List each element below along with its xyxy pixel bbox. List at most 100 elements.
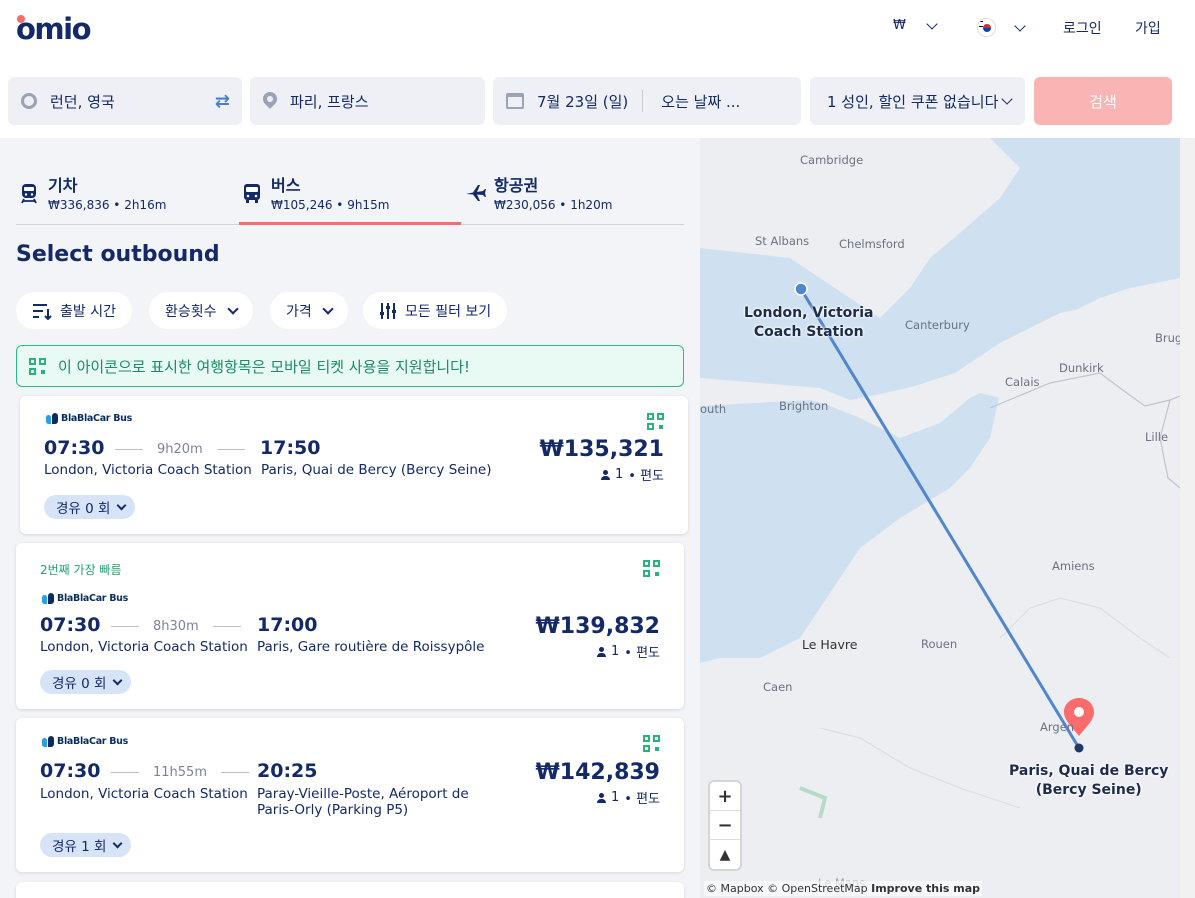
passenger-info: 1 • 편도 bbox=[596, 642, 660, 661]
filter-price[interactable]: 가격 bbox=[270, 292, 348, 329]
zoom-out-button[interactable]: − bbox=[710, 811, 740, 840]
destination-station: Paris, Gare routière de Roissypôle bbox=[257, 639, 485, 655]
operator-name: BlaBlaCar Bus bbox=[57, 593, 128, 604]
filter-departure-time[interactable]: 출발 시간 bbox=[16, 292, 132, 329]
tab-flight-label: 항공권 bbox=[494, 176, 539, 195]
chevron-down-icon bbox=[226, 302, 239, 315]
map-label-chelmsford: Chelmsford bbox=[839, 237, 905, 251]
map-label-brighton: Brighton bbox=[779, 399, 829, 413]
departure-time: 07:30 bbox=[40, 614, 101, 636]
person-icon bbox=[596, 792, 606, 803]
login-link[interactable]: 로그인 bbox=[1063, 18, 1102, 38]
chevron-down-icon bbox=[112, 675, 123, 685]
result-card[interactable] bbox=[16, 882, 684, 898]
tab-flight[interactable]: 항공권 ₩230,056 • 1h20m bbox=[462, 168, 684, 224]
duration-text: 9h20m bbox=[157, 442, 203, 457]
chevron-down-icon bbox=[112, 838, 123, 848]
qr-code-icon bbox=[647, 413, 664, 430]
swap-icon[interactable]: ⇄ bbox=[215, 91, 230, 112]
origin-field[interactable]: 런던, 영국 ⇄ bbox=[8, 77, 242, 125]
blablacar-icon bbox=[42, 593, 55, 604]
tab-train[interactable]: 기차 ₩336,836 • 2h16m bbox=[16, 168, 238, 224]
result-card[interactable]: 2번째 가장 빠름 BlaBlaCar Bus 07:30 8h30m 17:0… bbox=[16, 543, 684, 709]
arrival-time: 20:25 bbox=[257, 760, 318, 782]
map-label-portsmouth: outh bbox=[700, 402, 727, 416]
signup-link[interactable]: 가입 bbox=[1135, 18, 1161, 38]
origin-station-line1: London, Victoria bbox=[744, 305, 874, 321]
map-label-dunkirk: Dunkirk bbox=[1059, 361, 1104, 375]
price: ₩135,321 bbox=[539, 437, 664, 462]
duration: 9h20m bbox=[115, 442, 245, 457]
map-label-rouen: Rouen bbox=[921, 637, 958, 651]
result-card[interactable]: BlaBlaCar Bus 07:30 9h20m 17:50 London, … bbox=[20, 396, 688, 534]
tab-bus-label: 버스 bbox=[271, 176, 301, 195]
stops-toggle[interactable]: 경유 0 회 bbox=[44, 495, 136, 519]
departure-time: 07:30 bbox=[40, 760, 101, 782]
improve-map-link[interactable]: Improve this map bbox=[871, 882, 980, 895]
osm-link[interactable]: © OpenStreetMap bbox=[767, 882, 868, 895]
pax-count: 1 bbox=[610, 790, 620, 805]
tab-bus-summary: ₩105,246 • 9h15m bbox=[271, 198, 390, 212]
compass-reset-button[interactable]: ▲ bbox=[710, 840, 740, 869]
calendar-icon bbox=[506, 93, 524, 109]
bus-icon bbox=[244, 184, 260, 203]
language-selector[interactable] bbox=[977, 18, 1026, 37]
passengers-field[interactable]: 1 성인, 할인 쿠폰 없습니다 bbox=[810, 77, 1025, 125]
passengers-value: 1 성인, 할인 쿠폰 없습니다 bbox=[827, 92, 999, 111]
passenger-info: 1 • 편도 bbox=[596, 788, 660, 807]
page-title: Select outbound bbox=[16, 242, 220, 267]
mobile-notice-text: 이 아이콘으로 표시한 여행항목은 모바일 티켓 사용을 지원합니다! bbox=[58, 357, 470, 376]
zoom-controls: + − ▲ bbox=[710, 782, 740, 869]
chevron-down-icon bbox=[926, 17, 938, 30]
map-origin-station[interactable]: London, Victoria Coach Station bbox=[744, 304, 873, 342]
map-destination-station[interactable]: Paris, Quai de Bercy (Bercy Seine) bbox=[1009, 762, 1168, 800]
operator-logo: BlaBlaCar Bus bbox=[46, 413, 132, 424]
route-map[interactable]: Cambridge St Albans Chelmsford Canterbur… bbox=[700, 138, 1180, 898]
filter-transfers[interactable]: 환승횟수 bbox=[149, 292, 253, 329]
map-label-amiens: Amiens bbox=[1052, 559, 1095, 573]
duration: 8h30m bbox=[111, 619, 241, 634]
tab-train-label: 기차 bbox=[48, 176, 78, 195]
destination-field[interactable]: 파리, 프랑스 bbox=[250, 77, 485, 125]
blablacar-icon bbox=[46, 413, 59, 424]
destination-station: Paris, Quai de Bercy (Bercy Seine) bbox=[261, 462, 492, 478]
arrival-time: 17:00 bbox=[257, 614, 318, 636]
qr-code-icon bbox=[29, 357, 46, 375]
results-panel: 기차 ₩336,836 • 2h16m 버스 ₩105,246 • 9h15m … bbox=[0, 138, 700, 898]
tab-bus[interactable]: 버스 ₩105,246 • 9h15m bbox=[239, 168, 461, 225]
chevron-down-icon bbox=[1001, 93, 1013, 105]
train-icon bbox=[21, 184, 37, 204]
transport-tabs: 기차 ₩336,836 • 2h16m 버스 ₩105,246 • 9h15m … bbox=[16, 168, 684, 225]
departure-time: 07:30 bbox=[44, 437, 105, 459]
stops-toggle[interactable]: 경유 1 회 bbox=[40, 833, 132, 857]
return-date[interactable]: 오는 날짜 ... bbox=[661, 91, 740, 112]
search-button[interactable]: 검색 bbox=[1034, 77, 1172, 125]
date-divider bbox=[642, 90, 644, 112]
currency-selector[interactable]: ₩ bbox=[893, 17, 938, 33]
tab-train-summary: ₩336,836 • 2h16m bbox=[48, 198, 167, 212]
person-icon bbox=[596, 646, 606, 657]
chevron-down-icon bbox=[116, 500, 127, 510]
airplane-icon bbox=[466, 185, 486, 201]
pax-count: 1 bbox=[610, 644, 620, 659]
zoom-in-button[interactable]: + bbox=[710, 782, 740, 811]
dest-station-line1: Paris, Quai de Bercy bbox=[1009, 763, 1169, 779]
stops-label: 경유 0 회 bbox=[52, 676, 107, 692]
pax-count: 1 bbox=[614, 467, 624, 482]
trip-type: • 편도 bbox=[628, 469, 664, 484]
logo-text: omio bbox=[16, 12, 92, 46]
depart-date[interactable]: 7월 23일 (일) bbox=[537, 91, 628, 112]
map-label-calais: Calais bbox=[1005, 375, 1040, 389]
qr-code-icon bbox=[643, 735, 660, 752]
result-card[interactable]: BlaBlaCar Bus 07:30 11h55m 20:25 London,… bbox=[16, 718, 684, 872]
stops-toggle[interactable]: 경유 0 회 bbox=[40, 670, 132, 694]
origin-circle-icon bbox=[21, 93, 37, 109]
map-label-canterbury: Canterbury bbox=[905, 318, 970, 332]
date-field[interactable]: 7월 23일 (일) 오는 날짜 ... bbox=[493, 77, 801, 125]
page-scrollbar[interactable] bbox=[1180, 138, 1195, 898]
mapbox-link[interactable]: © Mapbox bbox=[706, 882, 764, 895]
origin-value: 런던, 영국 bbox=[50, 92, 115, 111]
origin-station: London, Victoria Coach Station bbox=[40, 786, 248, 802]
currency-symbol: ₩ bbox=[893, 18, 906, 33]
filter-all[interactable]: 모든 필터 보기 bbox=[363, 292, 508, 329]
